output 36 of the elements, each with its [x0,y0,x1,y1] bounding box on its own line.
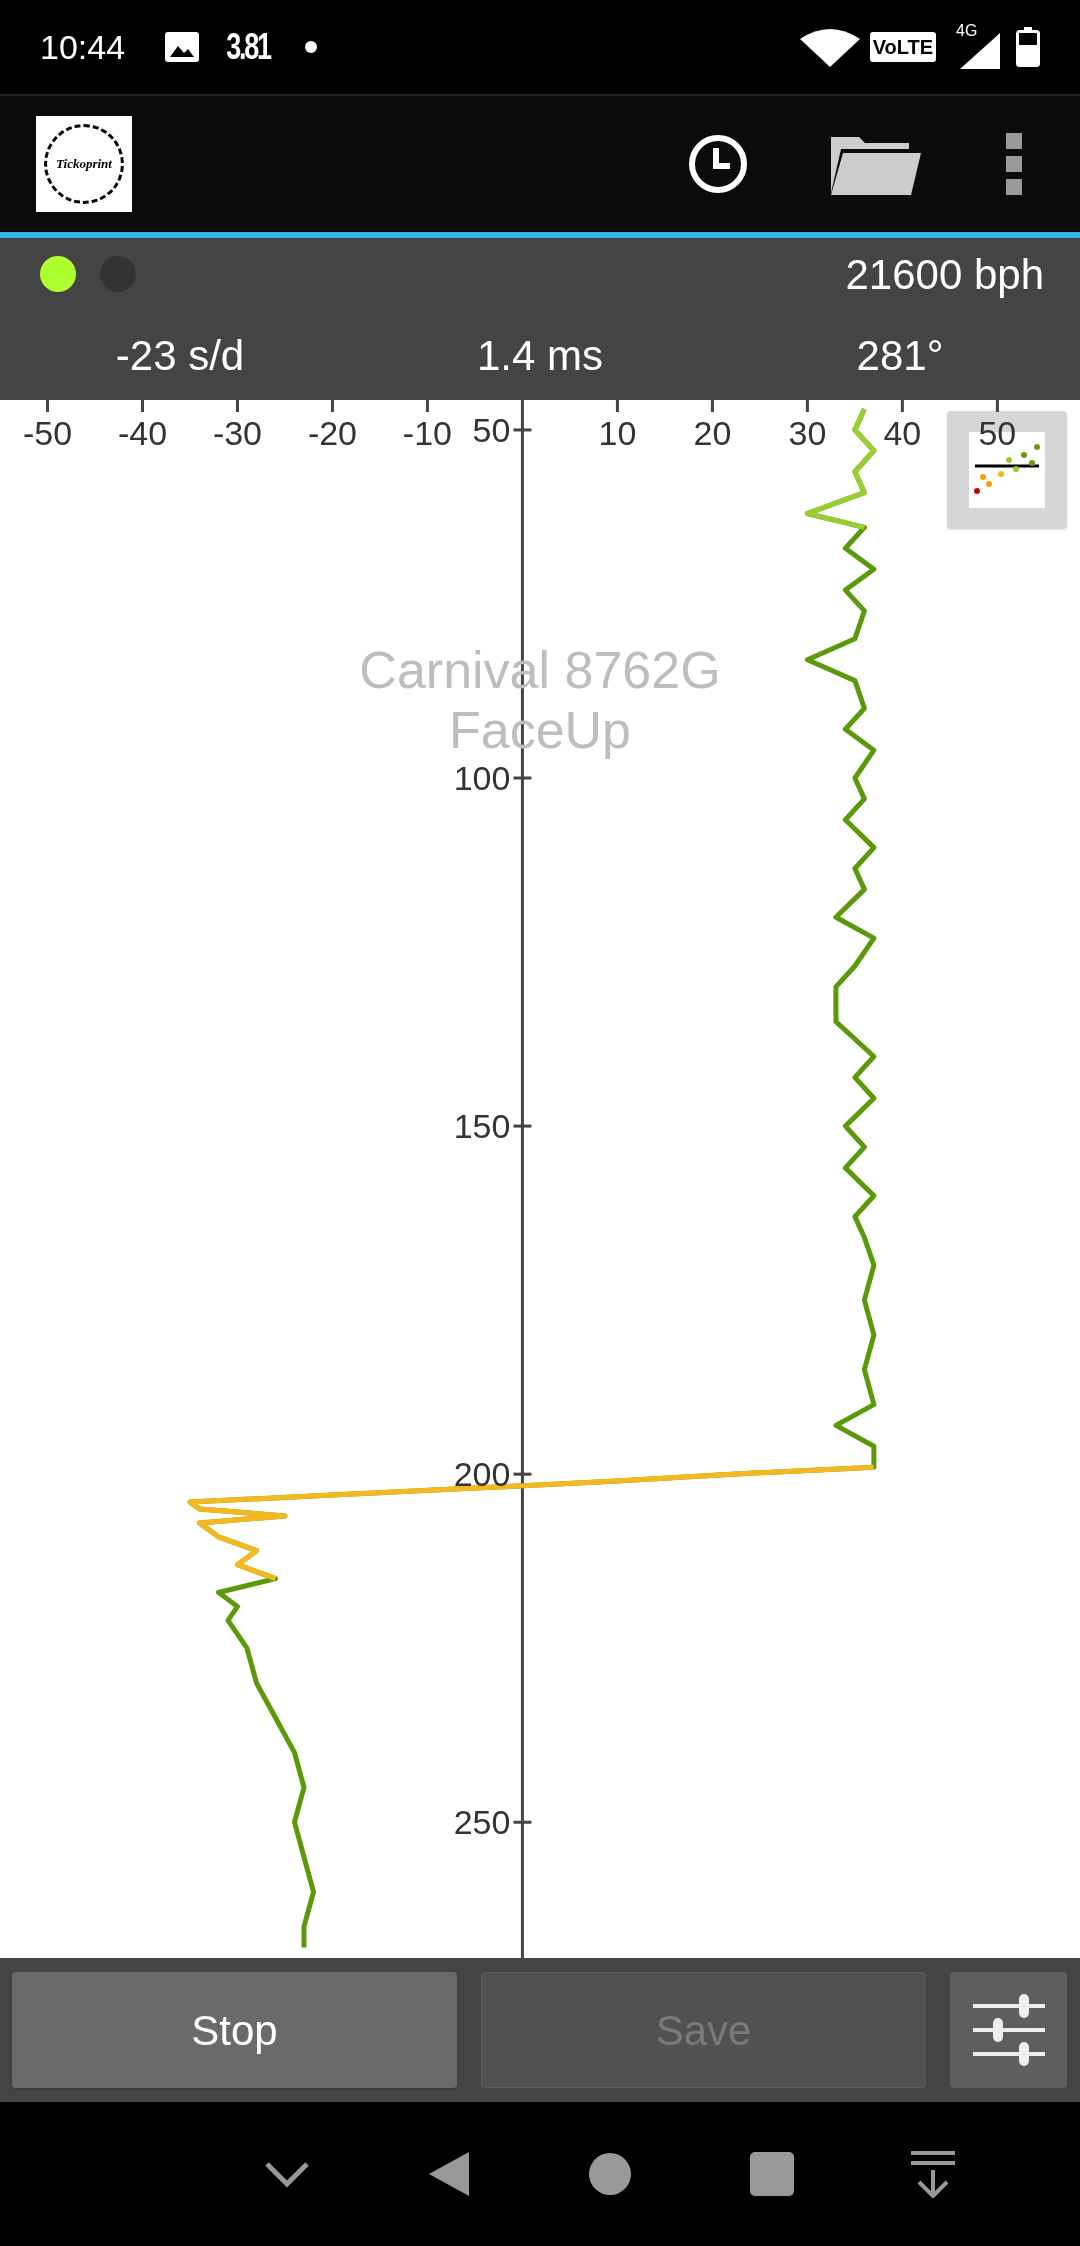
home-icon[interactable] [588,2152,632,2196]
axis-label: -10 [402,414,452,452]
axis-label: 20 [693,414,732,452]
axis-label: 50 [472,410,511,449]
axis-label: 50 [978,414,1017,452]
clock-icon [688,134,748,194]
reading-value: 281° [855,330,945,381]
axis-label: 30 [788,414,827,452]
axis-label: 40 [883,414,922,452]
notification-text: 3.81 [226,25,270,69]
wifi-icon [799,27,860,67]
sliders-icon [972,1992,1045,2068]
chart-mode-button[interactable] [947,411,1067,529]
axis-label: -40 [117,414,168,452]
network-label: 4G [956,21,978,41]
action-button[interactable]: Stop [12,1972,457,2088]
beat-rate: 21600 bph [845,249,1044,300]
reading-value: 1.4 ms [475,330,604,381]
axis-label: 10 [598,414,637,452]
axis-label: 100 [453,759,511,797]
axis-label: -20 [307,414,357,452]
image-icon [165,32,200,62]
settings-button[interactable] [950,1972,1067,2088]
axis-label: 250 [453,1803,511,1842]
volte-badge: VoLTE [869,32,936,62]
axis-label: -30 [212,414,263,452]
reading-value: -23 s/d [114,330,246,381]
recents-icon[interactable] [749,2152,794,2196]
chevron-down-icon[interactable] [265,2160,309,2188]
logo-text: Tickoprint [56,155,112,174]
axis-label: 150 [453,1107,511,1146]
battery-icon [1016,27,1040,67]
status-time: 10:44 [40,26,126,68]
axis-label: -50 [22,414,73,452]
axis-label: 200 [453,1455,511,1494]
more-vertical-icon [1006,133,1022,195]
